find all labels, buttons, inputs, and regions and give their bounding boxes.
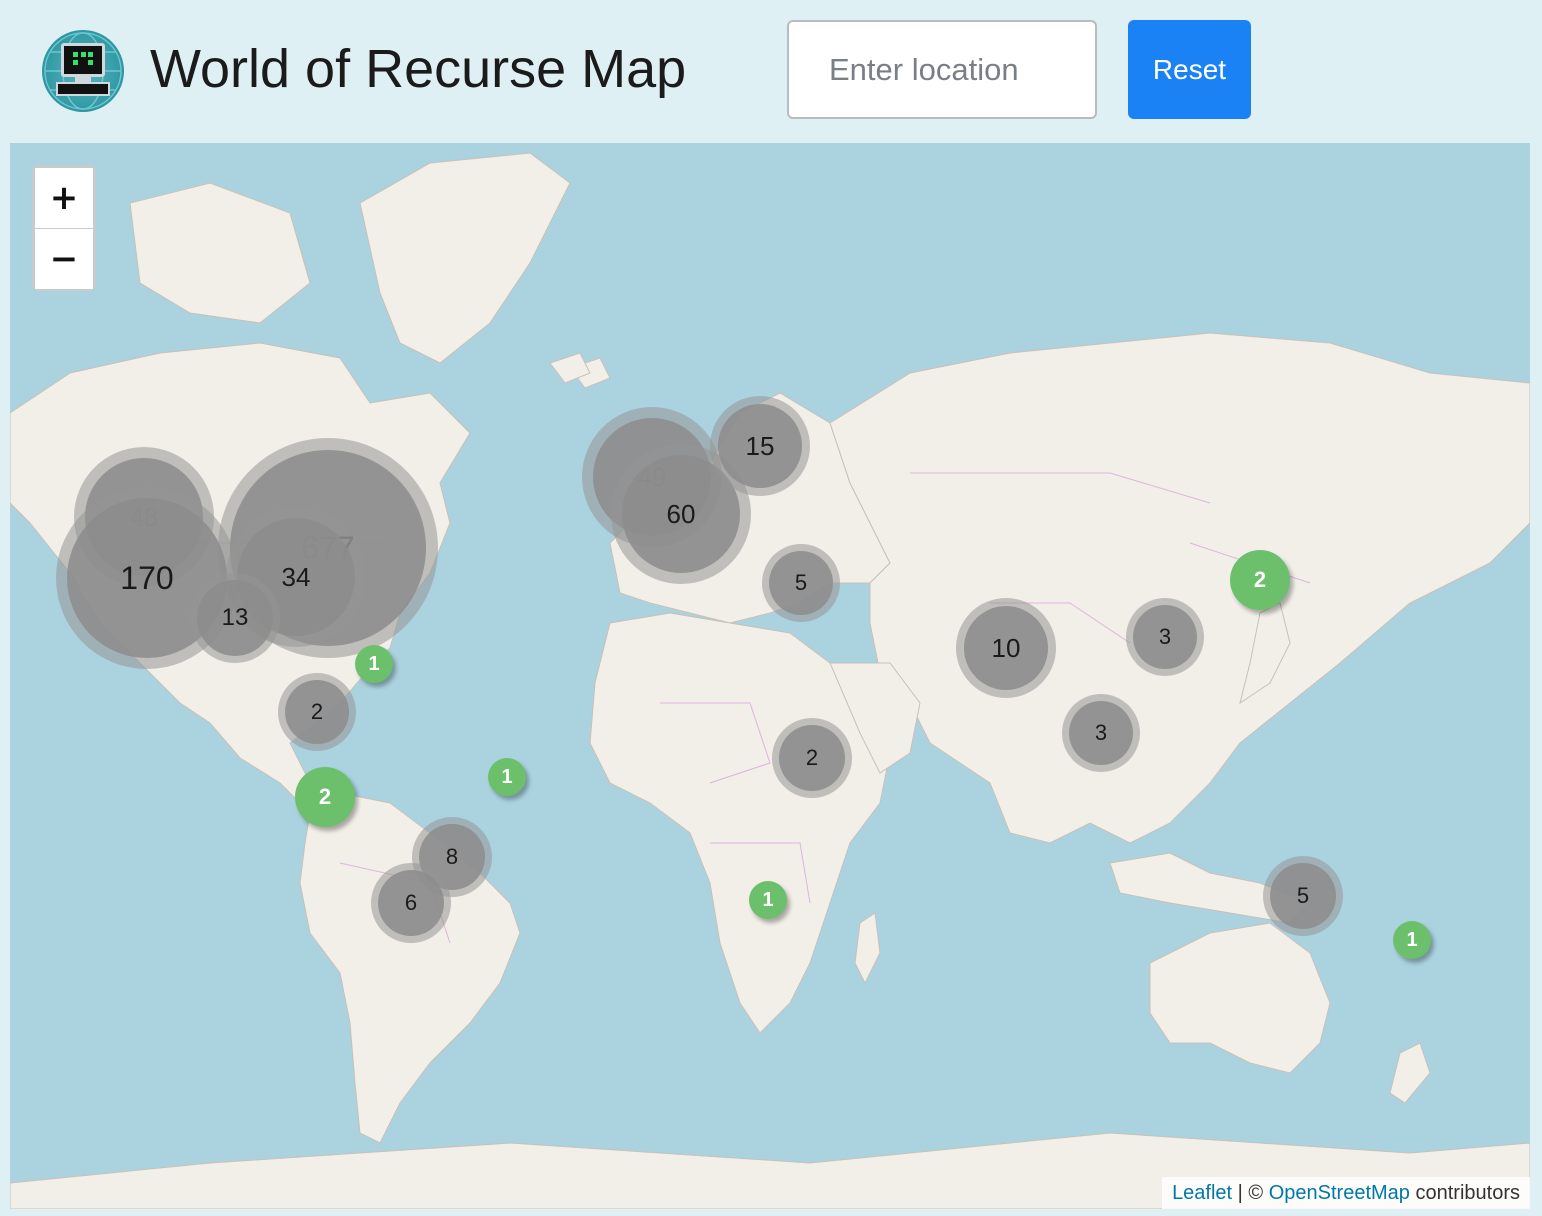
location-search-input[interactable] [787,20,1097,119]
cluster-marker[interactable]: 15 [710,396,810,496]
openstreetmap-link[interactable]: OpenStreetMap [1269,1182,1410,1204]
cluster-marker[interactable]: 5 [762,544,840,622]
location-marker[interactable]: 2 [295,767,355,827]
cluster-count: 6 [378,870,444,936]
cluster-marker[interactable]: 3 [1062,694,1140,772]
location-marker[interactable]: 2 [1230,550,1290,610]
location-marker[interactable]: 1 [355,645,393,683]
page-title: World of Recurse Map [150,39,687,99]
reset-button[interactable]: Reset [1128,20,1251,119]
cluster-count: 13 [197,580,273,656]
location-marker[interactable]: 1 [488,758,526,796]
attribution-suffix: contributors [1409,1182,1520,1204]
cluster-count: 3 [1069,701,1133,765]
cluster-count: 2 [285,680,349,744]
location-marker[interactable]: 1 [749,881,787,919]
header: World of Recurse Map Reset [0,0,1542,142]
cluster-count: 15 [718,404,802,488]
cluster-marker[interactable]: 5 [1263,856,1343,936]
map-attribution: Leaflet | © OpenStreetMap contributors [1162,1177,1530,1209]
recurse-logo-icon [42,30,124,112]
cluster-count: 5 [769,551,833,615]
zoom-in-button[interactable]: + [35,168,93,228]
cluster-marker[interactable]: 3 [1126,598,1204,676]
world-map[interactable]: + − 48 677 170 34 13 49 60 15 5 10 3 3 2… [10,143,1530,1209]
map-tiles [10,152,1530,1209]
cluster-count: 10 [964,606,1048,690]
cluster-marker[interactable]: 2 [772,718,852,798]
zoom-out-button[interactable]: − [35,229,93,289]
zoom-control: + − [32,165,96,291]
cluster-marker[interactable]: 13 [190,573,280,663]
leaflet-link[interactable]: Leaflet [1172,1182,1232,1204]
cluster-marker[interactable]: 6 [371,863,451,943]
cluster-count: 2 [779,725,845,791]
cluster-count: 3 [1133,605,1197,669]
attribution-separator: | © [1232,1182,1269,1204]
cluster-marker[interactable]: 10 [956,598,1056,698]
location-marker[interactable]: 1 [1393,921,1431,959]
cluster-count: 5 [1270,863,1336,929]
cluster-marker[interactable]: 2 [278,673,356,751]
